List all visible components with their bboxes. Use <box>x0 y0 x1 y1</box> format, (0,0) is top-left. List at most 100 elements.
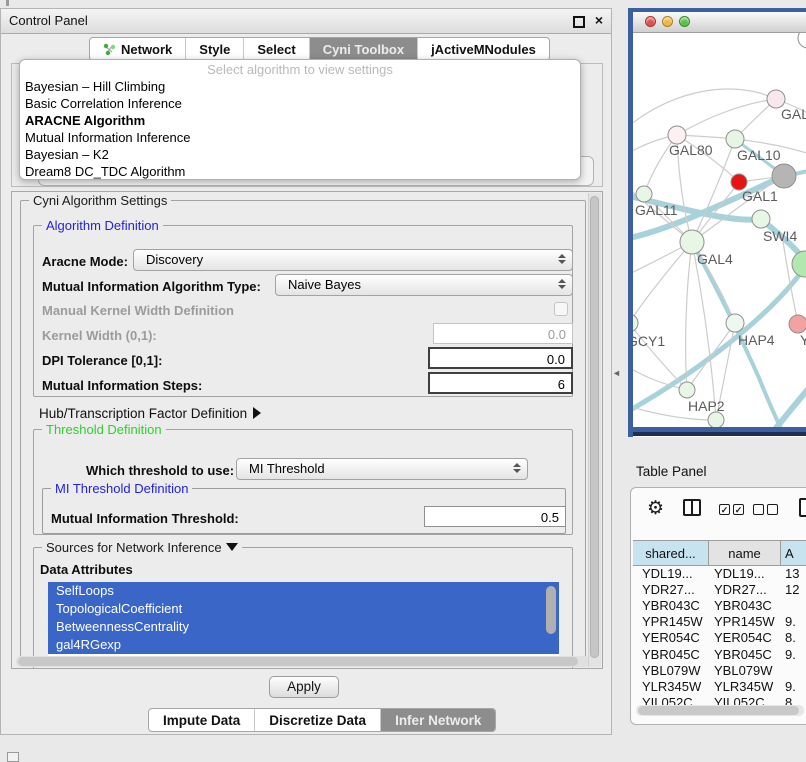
tab-label: jActiveMNodules <box>431 42 536 57</box>
apply-button[interactable]: Apply <box>269 676 339 698</box>
mi-steps-field[interactable]: 6 <box>428 372 573 394</box>
network-edge <box>687 323 735 390</box>
algorithm-option[interactable]: Bayesian – Hill Climbing <box>20 78 580 95</box>
network-node-SWI4[interactable] <box>752 210 770 228</box>
dpi-tolerance-field[interactable]: 0.0 <box>428 347 573 369</box>
attribute-item[interactable]: BetweennessCentrality <box>48 618 559 636</box>
mi-threshold-field[interactable]: 0.5 <box>424 506 566 527</box>
table-cell: YBR045C <box>633 647 709 662</box>
network-node-HAP4[interactable] <box>726 314 744 332</box>
column-header-shared[interactable]: shared... <box>633 541 709 565</box>
vertical-scrollbar-thumb[interactable] <box>590 196 599 658</box>
algorithm-option[interactable]: ARACNE Algorithm <box>20 112 580 129</box>
table-row[interactable]: YBL079WYBL079W <box>633 662 806 678</box>
close-traffic-light-icon[interactable] <box>645 16 656 27</box>
sources-group: Sources for Network Inference Data Attri… <box>33 547 573 669</box>
mi-type-select[interactable]: Naive Bayes <box>275 274 573 296</box>
which-threshold-value: MI Threshold <box>249 461 325 476</box>
network-node-HAP2[interactable] <box>679 382 695 398</box>
mi-threshold-label: Mutual Information Threshold: <box>51 511 239 526</box>
control-panel-titlebar: Control Panel × <box>1 9 611 34</box>
table-body: YDL19...YDL19...13YDR27...YDR27...12YBR0… <box>633 565 806 711</box>
attribute-list-scrollbar[interactable] <box>546 586 556 634</box>
network-node-GAL11[interactable] <box>636 186 652 202</box>
gear-icon[interactable]: ⚙ <box>647 497 664 520</box>
cyni-algorithm-settings-group: Cyni Algorithm Settings Algorithm Defini… <box>20 200 586 666</box>
table-row[interactable]: YDL19...YDL19...13 <box>633 565 806 581</box>
tab-style[interactable]: Style <box>186 38 244 60</box>
column-header-partial[interactable]: A <box>781 541 806 565</box>
show-checked-columns-icon[interactable]: ✓ ✓ <box>719 504 744 515</box>
network-node-label: GAL80 <box>669 142 713 158</box>
hub-definition-label: Hub/Transcription Factor Definition <box>39 406 247 421</box>
network-node-label: SWI4 <box>763 228 797 244</box>
horizontal-scrollbar-thumb[interactable] <box>18 657 578 666</box>
network-node-partial-top[interactable] <box>798 33 806 48</box>
screenshot-root: Control Panel × Network Style Select Cyn… <box>0 0 806 762</box>
table-cell: YER054C <box>709 630 781 645</box>
attribute-list: SelfLoopsTopologicalCoefficientBetweenne… <box>48 582 559 656</box>
tab-infer-network[interactable]: Infer Network <box>381 709 495 731</box>
network-node-label: GAL10 <box>737 147 781 163</box>
network-canvas[interactable]: GALGAL80GAL10GAL1GAL11SWI4GAL4GCY1HAP4YH… <box>633 33 806 427</box>
column-header-name[interactable]: name <box>709 541 781 565</box>
algorithm-option[interactable]: Dream8 DC_TDC Algorithm <box>20 163 580 180</box>
table-panel-title: Table Panel <box>636 464 707 479</box>
table-row[interactable]: YDR27...YDR27...12 <box>633 581 806 597</box>
zoom-traffic-light-icon[interactable] <box>679 16 690 27</box>
network-node-GCY1[interactable] <box>633 314 638 332</box>
network-node-label: HAP2 <box>688 398 725 414</box>
algorithm-option[interactable]: Bayesian – K2 <box>20 146 580 163</box>
tab-select[interactable]: Select <box>244 38 309 60</box>
hub-definition-expander[interactable]: Hub/Transcription Factor Definition <box>39 406 261 421</box>
tab-cyni-toolbox[interactable]: Cyni Toolbox <box>310 38 418 60</box>
network-edge <box>633 242 692 323</box>
minimized-panel-icon[interactable] <box>7 752 19 762</box>
table-row[interactable]: YLR345WYLR345W9. <box>633 678 806 694</box>
close-icon[interactable]: × <box>595 12 603 28</box>
network-window-titlebar[interactable] <box>633 12 806 33</box>
manual-kernel-checkbox[interactable] <box>554 302 568 316</box>
aracne-mode-value: Discovery <box>146 252 203 267</box>
split-columns-icon[interactable] <box>683 499 701 516</box>
tab-network[interactable]: Network <box>90 38 186 60</box>
algorithm-option[interactable]: Basic Correlation Inference <box>20 95 580 112</box>
algorithm-option[interactable]: Mutual Information Inference <box>20 129 580 146</box>
aracne-mode-select[interactable]: Discovery <box>133 249 573 271</box>
table-row[interactable]: YPR145WYPR145W9. <box>633 614 806 630</box>
network-node-big-green[interactable] <box>792 251 806 277</box>
algorithm-definition-group: Algorithm Definition Aracne Mode: Discov… <box>33 225 573 397</box>
table-row[interactable]: YER054CYER054C8. <box>633 630 806 646</box>
network-node-label: GAL4 <box>697 251 733 267</box>
table-cell: YBL079W <box>709 663 781 678</box>
mi-threshold-value: 0.5 <box>541 510 559 525</box>
sources-title[interactable]: Sources for Network Inference <box>42 540 242 555</box>
which-threshold-select[interactable]: MI Threshold <box>236 458 528 480</box>
network-node-GAL10[interactable] <box>726 130 744 148</box>
vertical-scrollbar[interactable] <box>588 193 601 667</box>
float-panel-icon[interactable] <box>573 16 585 28</box>
kernel-width-field[interactable]: 0.0 <box>433 323 573 344</box>
table-scrollbar-thumb[interactable] <box>638 706 799 715</box>
network-node-label: GAL11 <box>635 202 678 218</box>
horizontal-scrollbar[interactable] <box>16 656 590 667</box>
attribute-item[interactable]: gal4RGexp <box>48 636 559 654</box>
attribute-item[interactable]: SelfLoops <box>48 582 559 600</box>
hide-columns-icon[interactable] <box>753 504 778 515</box>
tab-label: Cyni Toolbox <box>323 42 404 57</box>
attribute-item[interactable]: TopologicalCoefficient <box>48 600 559 618</box>
tab-label: Network <box>121 42 172 57</box>
network-node-partial-bottom[interactable] <box>708 412 724 427</box>
tab-jactivemnodules[interactable]: jActiveMNodules <box>418 38 549 60</box>
table-horizontal-scrollbar[interactable] <box>636 705 804 716</box>
table-row[interactable]: YBR045CYBR045C9. <box>633 646 806 662</box>
network-node-gray-node[interactable] <box>772 164 796 188</box>
table-row[interactable]: YBR043CYBR043C <box>633 597 806 613</box>
tab-impute-data[interactable]: Impute Data <box>149 709 255 731</box>
minimize-traffic-light-icon[interactable] <box>662 16 673 27</box>
tab-discretize-data[interactable]: Discretize Data <box>255 709 381 731</box>
panel-divider-handle[interactable]: ◄ <box>612 368 621 378</box>
table-cell: 9. <box>781 647 806 662</box>
function-builder-icon[interactable] <box>799 498 806 517</box>
network-node-Y-salmon[interactable] <box>789 315 806 333</box>
